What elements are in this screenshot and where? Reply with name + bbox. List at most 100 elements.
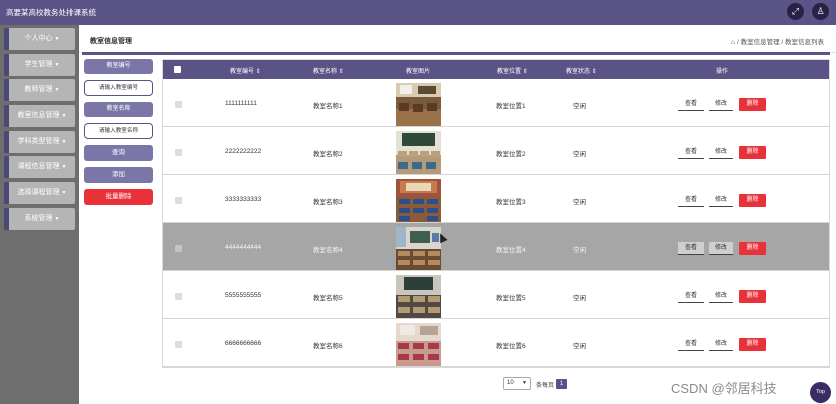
chevron-down-icon: ▼ bbox=[54, 216, 60, 222]
cell-name: 教室名称4 bbox=[313, 247, 343, 254]
cell-status: 空闲 bbox=[573, 343, 586, 350]
sidebar-item-classrooms[interactable]: 教室信息管理 ▼ bbox=[4, 105, 75, 127]
sidebar-item-label: 个人中心 bbox=[24, 35, 53, 42]
edit-button[interactable]: 修改 bbox=[709, 338, 733, 351]
sidebar-item-course-selection[interactable]: 选择课程管理 ▼ bbox=[4, 182, 75, 204]
delete-button[interactable]: 删除 bbox=[739, 194, 766, 207]
table-row: 4444444444 教室名称4 教室位置4 空闲 查看 修改 删除 bbox=[163, 223, 829, 271]
search-button[interactable]: 查询 bbox=[84, 145, 153, 161]
chevron-down-icon: ▼ bbox=[61, 113, 67, 119]
cell-location: 教室位置3 bbox=[496, 199, 526, 206]
sidebar-item-label: 学科类型管理 bbox=[17, 138, 60, 145]
sidebar-item-label: 学生管理 bbox=[24, 61, 53, 68]
sidebar-item-label: 选择课程管理 bbox=[17, 189, 60, 196]
chevron-down-icon: ▼ bbox=[54, 87, 60, 93]
classroom-photo bbox=[396, 179, 441, 222]
table-row: 2222222222 教室名称2 教室位置2 空闲 查看 修改 删除 bbox=[163, 127, 829, 175]
table-row: 3333333333 教室名称3 教室位置3 空闲 查看 修改 删除 bbox=[163, 175, 829, 223]
cell-name: 教室名称2 bbox=[313, 151, 343, 158]
table-row: 5555555555 教室名称5 教室位置5 空闲 查看 修改 删除 bbox=[163, 271, 829, 319]
delete-button[interactable]: 删除 bbox=[739, 290, 766, 303]
row-checkbox[interactable] bbox=[175, 197, 182, 204]
row-checkbox[interactable] bbox=[175, 101, 182, 108]
row-checkbox[interactable] bbox=[175, 341, 182, 348]
classroom-photo bbox=[396, 131, 441, 174]
page-number-button[interactable]: 1 bbox=[556, 379, 567, 389]
delete-button[interactable]: 删除 bbox=[739, 242, 766, 255]
user-icon[interactable]: ♙ bbox=[812, 3, 829, 20]
row-checkbox[interactable] bbox=[175, 245, 182, 252]
cell-name: 教室名称1 bbox=[313, 103, 343, 110]
content-header: 教室信息管理 ⌂ / 教室信息管理 / 教室信息列表 bbox=[79, 25, 836, 53]
breadcrumb-text[interactable]: / 教室信息管理 / 教室信息列表 bbox=[737, 39, 824, 46]
sidebar-item-label: 课程信息管理 bbox=[17, 163, 60, 170]
page-size-value: 10 bbox=[507, 380, 514, 386]
cell-location: 教室位置5 bbox=[496, 295, 526, 302]
column-header-picture: 教室图片 bbox=[406, 69, 431, 75]
column-header-name[interactable]: 教室名称 ⇕ bbox=[313, 66, 344, 75]
classroom-number-label: 教室编号 bbox=[84, 59, 153, 74]
cell-status: 空闲 bbox=[573, 151, 586, 158]
column-header-actions: 操作 bbox=[716, 69, 729, 75]
app-title: 高要某高校教务处排课系统 bbox=[6, 8, 96, 17]
row-checkbox[interactable] bbox=[175, 149, 182, 156]
chevron-down-icon: ▼ bbox=[61, 190, 67, 196]
sidebar: 个人中心 ▼ 学生管理 ▼ 教师管理 ▼ 教室信息管理 ▼ 学科类型管理 ▼ 课程信息管理… bbox=[0, 25, 79, 404]
cell-location: 教室位置2 bbox=[496, 151, 526, 158]
classroom-name-input[interactable]: 请输入教室名称 bbox=[84, 123, 153, 139]
chevron-down-icon: ▼ bbox=[61, 164, 67, 170]
view-button[interactable]: 查看 bbox=[678, 338, 704, 351]
chevron-down-icon: ▼ bbox=[54, 36, 60, 42]
page-title: 教室信息管理 bbox=[90, 38, 132, 45]
view-button[interactable]: 查看 bbox=[678, 98, 704, 111]
delete-button[interactable]: 删除 bbox=[739, 338, 766, 351]
sidebar-item-teachers[interactable]: 教师管理 ▼ bbox=[4, 79, 75, 101]
view-button[interactable]: 查看 bbox=[678, 290, 704, 303]
sidebar-item-personal-center[interactable]: 个人中心 ▼ bbox=[4, 28, 75, 50]
edit-button[interactable]: 修改 bbox=[709, 146, 733, 159]
classroom-number-input[interactable]: 请输入教室编号 bbox=[84, 80, 153, 96]
cell-status: 空闲 bbox=[573, 199, 586, 206]
page-size-select[interactable]: 10 ▼ bbox=[503, 377, 531, 390]
column-header-number[interactable]: 教室编号 ⇕ bbox=[230, 66, 261, 75]
sidebar-item-courses[interactable]: 课程信息管理 ▼ bbox=[4, 156, 75, 178]
back-to-top-button[interactable]: Top bbox=[810, 382, 831, 403]
sidebar-item-students[interactable]: 学生管理 ▼ bbox=[4, 54, 75, 76]
edit-button[interactable]: 修改 bbox=[709, 290, 733, 303]
column-header-status[interactable]: 教室状态 ⇕ bbox=[566, 66, 597, 75]
breadcrumb: ⌂ / 教室信息管理 / 教室信息列表 bbox=[731, 36, 824, 46]
edit-button[interactable]: 修改 bbox=[709, 242, 733, 255]
view-button[interactable]: 查看 bbox=[678, 146, 704, 159]
cell-location: 教室位置1 bbox=[496, 103, 526, 110]
delete-button[interactable]: 删除 bbox=[739, 98, 766, 111]
fullscreen-icon[interactable]: ⤢ bbox=[787, 3, 804, 20]
column-header-location[interactable]: 教室位置 ⇕ bbox=[497, 66, 528, 75]
row-checkbox[interactable] bbox=[175, 293, 182, 300]
view-button[interactable]: 查看 bbox=[678, 194, 704, 207]
classroom-photo bbox=[396, 323, 441, 366]
sidebar-item-system[interactable]: 系统管理 ▼ bbox=[4, 208, 75, 230]
edit-button[interactable]: 修改 bbox=[709, 194, 733, 207]
cell-status: 空闲 bbox=[573, 295, 586, 302]
classroom-table: 教室编号 ⇕ 教室名称 ⇕ 教室图片 教室位置 ⇕ 教室状态 ⇕ 操作 1111… bbox=[162, 59, 830, 368]
cell-location: 教室位置6 bbox=[496, 343, 526, 350]
cell-name: 教室名称5 bbox=[313, 295, 343, 302]
sidebar-item-label: 教师管理 bbox=[24, 86, 53, 93]
cell-number: 2222222222 bbox=[225, 148, 262, 155]
chevron-down-icon: ▼ bbox=[522, 380, 527, 386]
edit-button[interactable]: 修改 bbox=[709, 98, 733, 111]
table-row: 6666666666 教室名称6 教室位置6 空闲 查看 修改 删除 bbox=[163, 319, 829, 367]
delete-button[interactable]: 删除 bbox=[739, 146, 766, 159]
header-divider bbox=[82, 52, 830, 55]
sidebar-item-label: 教室信息管理 bbox=[17, 112, 60, 119]
batch-delete-button[interactable]: 批量删除 bbox=[84, 189, 153, 205]
classroom-name-label: 教室名称 bbox=[84, 102, 153, 117]
add-button[interactable]: 添加 bbox=[84, 167, 153, 183]
chevron-down-icon: ▼ bbox=[54, 62, 60, 68]
home-icon[interactable]: ⌂ bbox=[731, 39, 735, 46]
select-all-checkbox[interactable] bbox=[174, 66, 181, 73]
classroom-photo bbox=[396, 275, 441, 318]
classroom-photo bbox=[396, 227, 441, 270]
view-button[interactable]: 查看 bbox=[678, 242, 704, 255]
sidebar-item-subject-types[interactable]: 学科类型管理 ▼ bbox=[4, 131, 75, 153]
